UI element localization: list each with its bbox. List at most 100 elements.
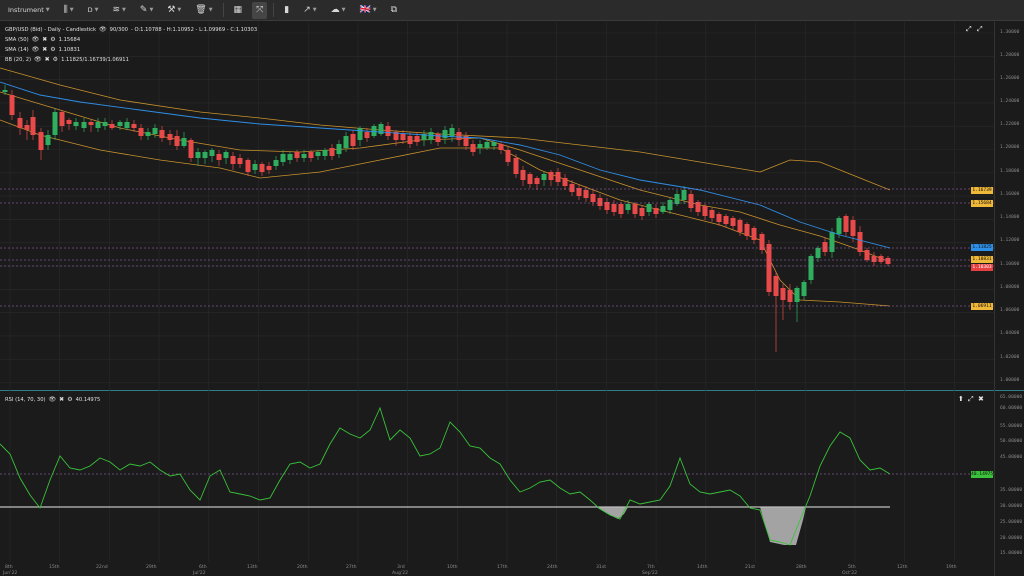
candle-body xyxy=(95,122,101,128)
candle-body xyxy=(17,118,23,128)
candle-body xyxy=(562,178,568,186)
candle-body xyxy=(45,135,51,145)
maximize-pane-icon[interactable]: ⤢ xyxy=(968,395,974,404)
candle-body xyxy=(541,174,547,180)
candle-body xyxy=(357,128,363,140)
month-label: Oct'22 xyxy=(842,571,858,576)
candle-body xyxy=(308,152,314,158)
eye-icon[interactable]: 👁 xyxy=(99,26,107,33)
rsi-tick: 30.00000 xyxy=(1000,504,1023,509)
price-tick: 1.06000 xyxy=(1000,308,1020,313)
price-chart[interactable] xyxy=(0,0,1024,576)
candle-body xyxy=(759,234,765,250)
close-icon[interactable]: ✖ xyxy=(42,46,47,53)
gear-icon[interactable]: ⚙ xyxy=(67,396,72,403)
candle-body xyxy=(477,144,483,148)
candle-body xyxy=(766,244,772,292)
date-tick: 24th xyxy=(547,565,558,570)
eye-icon[interactable]: 👁 xyxy=(34,56,42,63)
candle-body xyxy=(428,132,434,140)
close-pane-icon[interactable]: ✖ xyxy=(978,395,984,403)
candle-body xyxy=(252,164,258,170)
date-tick: 14th xyxy=(697,565,708,570)
date-tick: 22nd xyxy=(96,565,108,570)
candle-body xyxy=(209,150,215,156)
candle-body xyxy=(188,140,194,158)
candle-body xyxy=(569,184,575,192)
rsi-legend: RSI (14, 70, 30) 👁 ✖ ⚙ 40.14975 xyxy=(5,396,100,403)
date-tick: 17th xyxy=(497,565,508,570)
gear-icon[interactable]: ⚙ xyxy=(53,56,58,63)
eye-icon[interactable]: 👁 xyxy=(49,396,57,403)
candle-body xyxy=(780,288,786,300)
price-tick: 1.00000 xyxy=(1000,378,1020,383)
sma50-tag: 1.15684 xyxy=(971,200,993,207)
gear-icon[interactable]: ⚙ xyxy=(50,36,55,43)
sma14-value: 1.10831 xyxy=(58,46,81,53)
date-tick: 29th xyxy=(146,565,157,570)
candle-body xyxy=(639,208,645,216)
candle-body xyxy=(695,202,701,212)
candle-body xyxy=(245,160,251,172)
price-tick: 1.14000 xyxy=(1000,215,1020,220)
candle-body xyxy=(109,124,115,128)
candle-body xyxy=(280,154,286,162)
candle-body xyxy=(435,134,441,142)
candle-body xyxy=(38,132,44,150)
candle-body xyxy=(202,152,208,158)
candle-body xyxy=(24,125,30,130)
candle-body xyxy=(364,132,370,138)
candle-body xyxy=(223,152,229,158)
candle-body xyxy=(138,128,144,136)
candle-body xyxy=(723,216,729,224)
candle-body xyxy=(322,150,328,156)
move-up-icon[interactable]: ⬆ xyxy=(958,395,964,403)
gear-icon[interactable]: ⚙ xyxy=(50,46,55,53)
candle-body xyxy=(449,128,455,136)
close-icon[interactable]: ✖ xyxy=(45,56,50,63)
candle-body xyxy=(456,132,462,140)
rsi-pane-bg xyxy=(0,392,994,576)
candle-body xyxy=(534,178,540,184)
candle-body xyxy=(145,132,151,136)
rsi-tick: 60.00000 xyxy=(1000,406,1023,411)
close-icon[interactable]: ✖ xyxy=(59,396,64,403)
month-label: Jul'22 xyxy=(193,571,206,576)
month-label: Aug'22 xyxy=(392,571,409,576)
candle-body xyxy=(400,134,406,140)
candle-body xyxy=(513,158,519,174)
date-tick: 27th xyxy=(346,565,357,570)
candle-body xyxy=(371,126,377,136)
date-tick: 31st xyxy=(596,565,607,570)
price-pane-bg xyxy=(0,22,994,389)
candle-body xyxy=(815,248,821,258)
candle-body xyxy=(266,166,272,170)
sma50-name: SMA (50) xyxy=(5,36,29,43)
candle-body xyxy=(273,160,279,166)
eye-icon[interactable]: 👁 xyxy=(32,36,40,43)
price-tick: 1.22000 xyxy=(1000,122,1020,127)
candle-body xyxy=(2,90,8,92)
candle-body xyxy=(808,256,814,280)
candle-body xyxy=(878,256,884,262)
date-tick: 15th xyxy=(49,565,60,570)
date-tick: 19th xyxy=(946,565,957,570)
close-icon[interactable]: ✖ xyxy=(42,36,47,43)
candle-body xyxy=(801,282,807,296)
chart-header: GBP/USD (Bid) - Daily - Candlestick 👁 90… xyxy=(5,26,257,33)
candle-body xyxy=(843,216,849,232)
rsi-name: RSI (14, 70, 30) xyxy=(5,396,46,403)
candle-body xyxy=(102,122,108,126)
price-tick: 1.12000 xyxy=(1000,238,1020,243)
price-tick: 1.08000 xyxy=(1000,285,1020,290)
candle-body xyxy=(520,170,526,180)
price-tick: 1.28000 xyxy=(1000,53,1020,58)
rsi-tick: 55.00000 xyxy=(1000,424,1023,429)
candle-body xyxy=(618,204,624,214)
eye-icon[interactable]: 👁 xyxy=(32,46,40,53)
candle-body xyxy=(681,190,687,200)
candle-body xyxy=(730,218,736,226)
maximize-icon[interactable]: ⤢ xyxy=(966,25,972,34)
candle-body xyxy=(230,156,236,164)
expand-icon[interactable]: ⤢ xyxy=(977,25,983,34)
